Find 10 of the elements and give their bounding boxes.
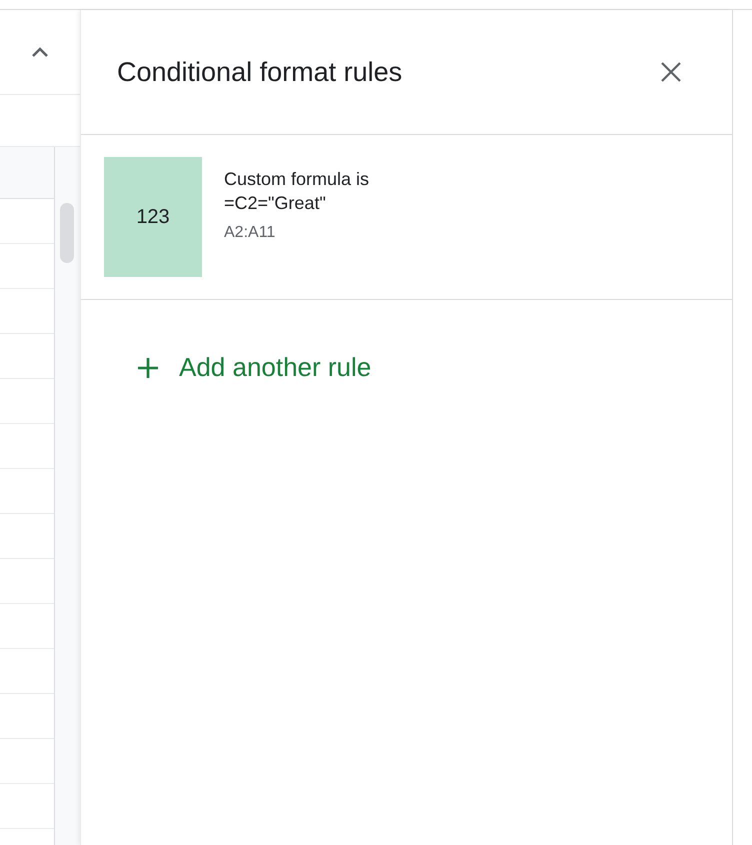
add-rule-button[interactable]: Add another rule — [137, 348, 372, 387]
panel-title: Conditional format rules — [117, 56, 402, 89]
plus-icon — [137, 356, 159, 378]
scrollbar-thumb[interactable] — [60, 203, 74, 263]
rule-range: A2:A11 — [224, 223, 276, 243]
format-preview: 123 — [104, 157, 202, 277]
rule-item[interactable]: 123 Custom formula is =C2="Great" A2:A11 — [81, 135, 732, 300]
rule-condition: Custom formula is — [224, 168, 370, 191]
rule-formula: =C2="Great" — [224, 192, 327, 215]
collapse-caret-icon[interactable] — [31, 46, 49, 58]
